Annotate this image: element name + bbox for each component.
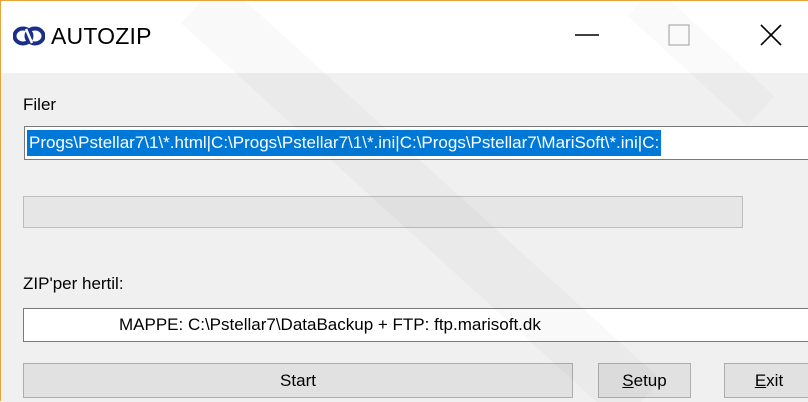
maximize-icon [668, 23, 690, 51]
start-button[interactable]: Start [23, 363, 573, 398]
destination-field[interactable]: MAPPE: C:\Pstellar7\DataBackup + FTP: ft… [23, 308, 808, 342]
title-bar[interactable]: AUTOZIP [1, 1, 808, 73]
exit-button-label: xit [766, 371, 784, 390]
setup-button-label: etup [633, 371, 667, 390]
files-input-selected-text[interactable]: Progs\Pstellar7\1\*.html|C:\Progs\Pstell… [27, 130, 662, 156]
maximize-button[interactable] [633, 1, 725, 73]
destination-label: ZIP'per hertil: [23, 274, 124, 293]
autozip-window: AUTOZIP Filer Progs\Pstellar7\1\*.html|C… [0, 0, 808, 402]
close-button[interactable] [725, 1, 808, 73]
files-label: Filer [23, 95, 57, 114]
destination-value: MAPPE: C:\Pstellar7\DataBackup + FTP: ft… [119, 315, 541, 334]
window-title: AUTOZIP [51, 23, 152, 49]
progress-bar [23, 196, 743, 228]
start-button-label: Start [280, 371, 316, 390]
files-input[interactable]: Progs\Pstellar7\1\*.html|C:\Progs\Pstell… [24, 126, 808, 160]
exit-mnemonic: E [754, 371, 767, 390]
minimize-icon [575, 23, 599, 52]
setup-button[interactable]: Setup [598, 363, 691, 398]
close-icon [760, 23, 782, 51]
setup-mnemonic: S [622, 371, 634, 390]
exit-button[interactable]: Exit [724, 363, 808, 398]
autozip-logo-icon [12, 25, 46, 47]
minimize-button[interactable] [541, 1, 633, 73]
